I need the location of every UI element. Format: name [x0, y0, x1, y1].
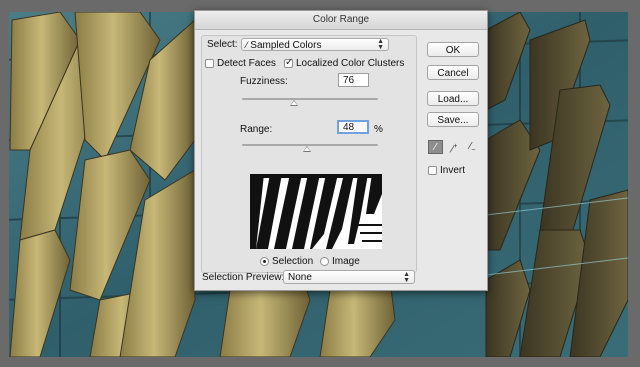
invert-checkbox[interactable]	[428, 166, 437, 175]
eyedropper-minus-icon[interactable]: ⁄−	[465, 140, 480, 154]
detect-faces-checkbox[interactable]	[205, 59, 214, 68]
selection-preview-image	[250, 174, 382, 249]
selection-preview-dropdown[interactable]: None ▲ ▼	[283, 270, 415, 284]
cancel-button[interactable]: Cancel	[427, 65, 479, 80]
image-radio-label: Image	[332, 256, 360, 267]
range-slider-thumb[interactable]	[303, 146, 312, 152]
localized-clusters-label: Localized Color Clusters	[296, 58, 405, 69]
save-button[interactable]: Save...	[427, 112, 479, 127]
selection-preview-label: Selection Preview:	[202, 272, 285, 283]
select-label: Select:	[207, 39, 238, 50]
image-radio[interactable]	[320, 257, 329, 266]
eyedropper-icon: ⁄	[246, 40, 248, 50]
fuzziness-slider-thumb[interactable]	[289, 100, 298, 106]
canvas-frame-bottom	[0, 357, 640, 367]
eyedropper-plus-icon[interactable]: ⁄+	[447, 140, 462, 155]
fuzziness-slider-track[interactable]	[242, 98, 378, 100]
options-panel: Select: ⁄ Sampled Colors ▲ ▼ Detect Faces…	[201, 35, 417, 273]
canvas-frame-right	[628, 0, 640, 367]
fuzziness-label: Fuzziness:	[240, 76, 288, 87]
localized-clusters-checkbox[interactable]	[284, 57, 293, 68]
color-range-dialog: Color Range Select: ⁄ Sampled Colors ▲ ▼ …	[194, 10, 488, 291]
fuzziness-input[interactable]: 76	[338, 73, 369, 87]
range-input[interactable]: 48	[337, 120, 369, 134]
dialog-title: Color Range	[195, 11, 487, 30]
range-label: Range:	[240, 124, 273, 135]
selection-radio[interactable]	[260, 257, 269, 266]
select-value: Sampled Colors	[250, 40, 322, 51]
selection-radio-label: Selection	[272, 256, 314, 267]
chevron-updown-icon: ▲ ▼	[403, 271, 410, 284]
canvas-frame-left	[0, 0, 9, 367]
selection-preview-value: None	[288, 272, 312, 283]
load-button[interactable]: Load...	[427, 91, 479, 106]
select-dropdown[interactable]: ⁄ Sampled Colors ▲ ▼	[241, 38, 389, 51]
invert-label: Invert	[440, 165, 466, 176]
chevron-updown-icon: ▲ ▼	[377, 38, 384, 51]
ok-button[interactable]: OK	[427, 42, 479, 57]
detect-faces-label: Detect Faces	[217, 58, 276, 69]
range-unit: %	[374, 124, 383, 135]
eyedropper-icon[interactable]: ⁄	[428, 140, 443, 154]
